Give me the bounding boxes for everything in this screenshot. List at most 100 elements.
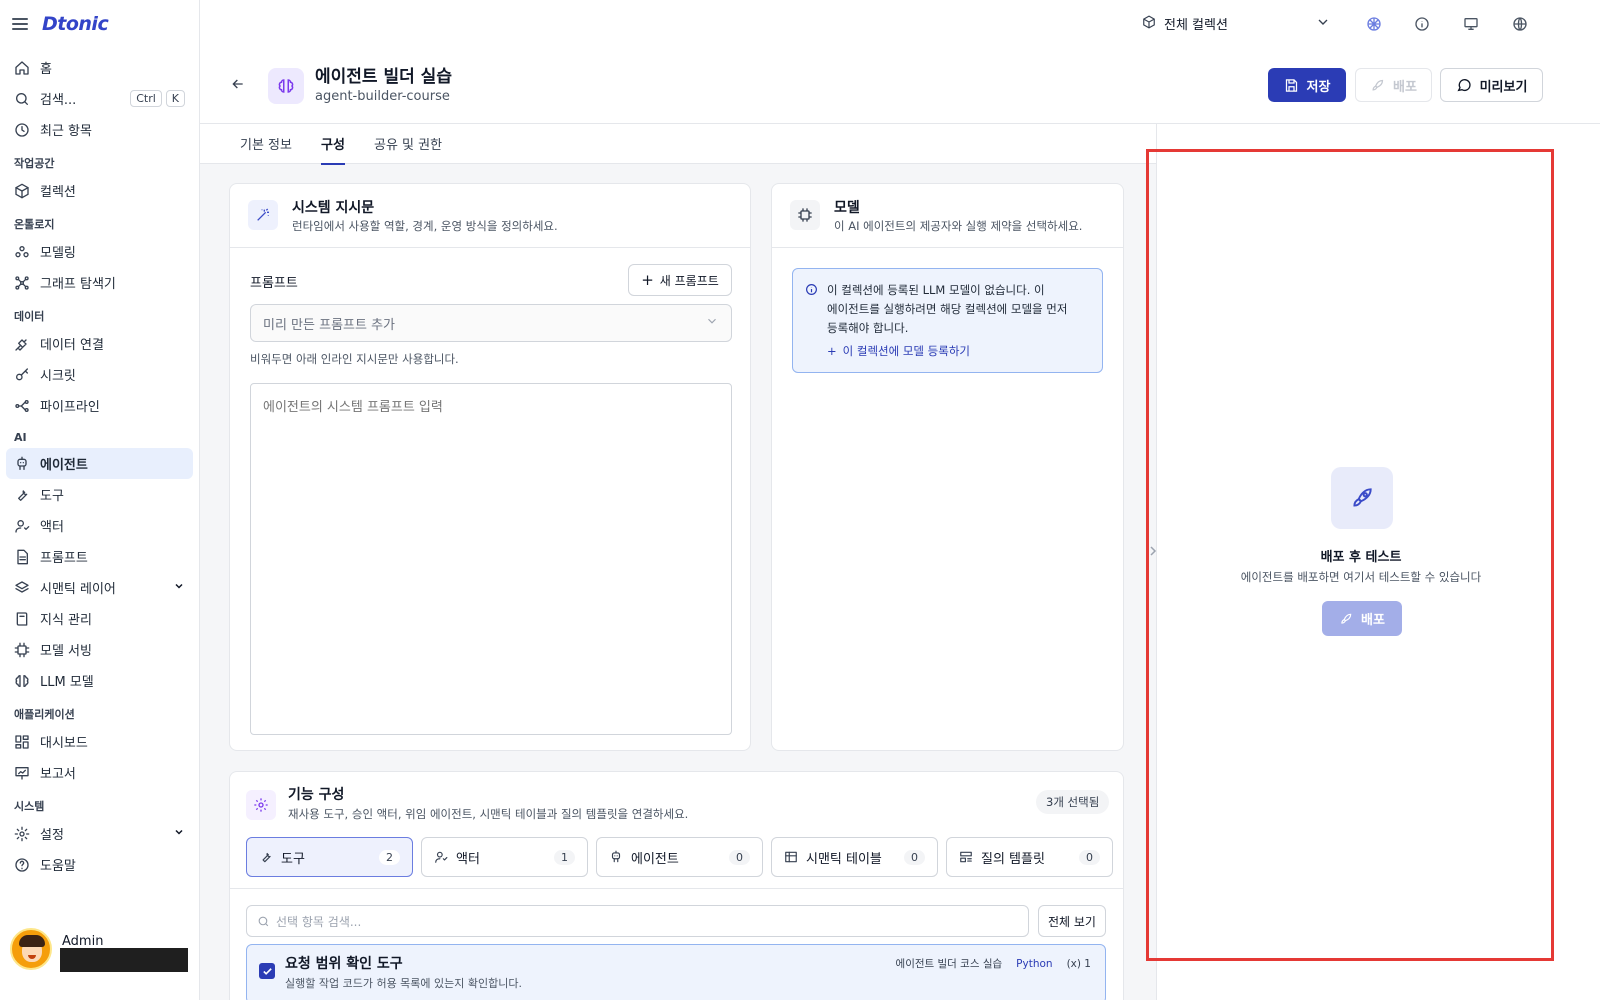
- sidebar-item-4-1[interactable]: 보고서: [6, 757, 193, 788]
- feature-chip-1[interactable]: 액터 1: [421, 837, 588, 877]
- card-title: 모델: [834, 200, 860, 216]
- tool-list-item[interactable]: 요청 범위 확인 도구 실행할 작업 코드가 허용 목록에 있는지 확인합니다.…: [246, 944, 1106, 1000]
- tab-configuration[interactable]: 구성: [321, 134, 345, 165]
- checkbox[interactable]: [259, 963, 275, 979]
- sidebar-section-label: 작업공간: [14, 157, 55, 170]
- card-title: 시스템 지시문: [292, 200, 375, 216]
- sidebar-item-label: 데이터 연결: [40, 338, 104, 353]
- sidebar-item-2[interactable]: 최근 항목: [6, 114, 193, 145]
- tool-desc: 실행할 작업 코드가 허용 목록에 있는지 확인합니다.: [285, 977, 522, 990]
- feature-chip-4[interactable]: 질의 템플릿 0: [946, 837, 1113, 877]
- sidebar-item-3-2[interactable]: 액터: [6, 510, 193, 541]
- deploy-button[interactable]: 배포: [1355, 68, 1432, 102]
- chevron-down-icon[interactable]: [173, 826, 185, 842]
- info-icon[interactable]: [1412, 14, 1432, 34]
- monitor-icon[interactable]: [1461, 14, 1481, 34]
- home-icon: [14, 60, 30, 76]
- card-desc: 이 AI 에이전트의 제공자와 실행 제약을 선택하세요.: [834, 219, 1083, 233]
- sidebar-item-3-3[interactable]: 프롬프트: [6, 541, 193, 572]
- sidebar-item-5-1[interactable]: 도움말: [6, 849, 193, 880]
- gear-icon: [14, 826, 30, 842]
- help-icon: [14, 857, 30, 873]
- globe-icon[interactable]: [1510, 14, 1530, 34]
- menu-icon[interactable]: [12, 18, 28, 30]
- box-icon: [1142, 14, 1156, 33]
- actor-icon: [434, 850, 448, 864]
- preview-desc: 에이전트를 배포하면 여기서 테스트할 수 있습니다: [1240, 570, 1482, 584]
- kbd-key: Ctrl: [130, 90, 162, 107]
- box-icon: [14, 183, 30, 199]
- card-header: 시스템 지시문 런타임에서 사용할 역할, 경계, 운영 방식을 정의하세요.: [230, 184, 750, 248]
- sidebar-item-3-6[interactable]: 모델 서빙: [6, 634, 193, 665]
- card-title: 기능 구성: [288, 787, 345, 803]
- clock-icon: [14, 122, 30, 138]
- tab-basic-info[interactable]: 기본 정보: [240, 134, 292, 163]
- card-header: 모델 이 AI 에이전트의 제공자와 실행 제약을 선택하세요.: [772, 184, 1123, 248]
- sidebar-item-1-1[interactable]: 그래프 탐색기: [6, 267, 193, 298]
- avatar[interactable]: [10, 928, 52, 970]
- chip-icon: [14, 642, 30, 658]
- sidebar-item-label: 컬렉션: [40, 185, 76, 200]
- tool-collection: 에이전트 빌더 코스 실습: [895, 958, 1003, 970]
- rocket-icon: [1331, 467, 1393, 529]
- new-prompt-button[interactable]: + 새 프롬프트: [628, 264, 732, 296]
- sidebar-nav: 홈 검색... Ctrl K 최근 항목 작업공간 컬렉션 온톨로지 모델링 그래프 탐색기 데이터…: [0, 48, 199, 884]
- sidebar-item-2-1[interactable]: 시크릿: [6, 359, 193, 390]
- key-icon: [14, 367, 30, 383]
- chevron-down-icon[interactable]: [1315, 14, 1331, 34]
- feature-chip-0[interactable]: 도구 2: [246, 837, 413, 877]
- chip-count: 0: [904, 849, 925, 865]
- prompt-select[interactable]: 미리 만든 프롬프트 추가: [250, 304, 732, 342]
- book-icon: [14, 611, 30, 627]
- sidebar-item-2-2[interactable]: 파이프라인: [6, 390, 193, 421]
- preview-label: 미리보기: [1479, 79, 1528, 95]
- sidebar-item-3-1[interactable]: 도구: [6, 479, 193, 510]
- deploy-label: 배포: [1393, 79, 1417, 95]
- sidebar-item-0-0[interactable]: 컬렉션: [6, 175, 193, 206]
- topbar: 전체 컬렉션: [200, 0, 1600, 48]
- sidebar-item-3-0[interactable]: 에이전트: [6, 448, 193, 479]
- chip-icon: [790, 200, 820, 230]
- feature-search-input[interactable]: 선택 항목 검색...: [246, 905, 1029, 937]
- preview-deploy-button[interactable]: 배포: [1322, 601, 1402, 636]
- theme-icon[interactable]: [1364, 14, 1384, 34]
- pipeline-icon: [14, 398, 30, 414]
- system-prompt-card: 시스템 지시문 런타임에서 사용할 역할, 경계, 운영 방식을 정의하세요. …: [229, 183, 751, 751]
- sidebar-item-2-0[interactable]: 데이터 연결: [6, 328, 193, 359]
- sidebar-item-3-5[interactable]: 지식 관리: [6, 603, 193, 634]
- preview-button[interactable]: 미리보기: [1440, 68, 1543, 102]
- prompt-hint: 비워두면 아래 인라인 지시문만 사용합니다.: [250, 352, 459, 366]
- sidebar-item-1-0[interactable]: 모델링: [6, 236, 193, 267]
- sidebar-item-4-0[interactable]: 대시보드: [6, 726, 193, 757]
- feature-chip-2[interactable]: 에이전트 0: [596, 837, 763, 877]
- sidebar-item-label: 그래프 탐색기: [40, 277, 116, 292]
- sidebar-item-label: 최근 항목: [40, 124, 92, 139]
- sidebar: Dtonic 홈 검색... Ctrl K 최근 항목 작업공간 컬렉션 온톨로지 모델링 그래프…: [0, 0, 200, 1000]
- sidebar-item-5-0[interactable]: 설정: [6, 818, 193, 849]
- save-icon: [1285, 78, 1297, 92]
- save-label: 저장: [1306, 79, 1331, 95]
- plus-icon: +: [641, 271, 654, 289]
- sidebar-item-label: 시크릿: [40, 369, 76, 384]
- view-all-button[interactable]: 전체 보기: [1038, 905, 1106, 937]
- system-prompt-textarea[interactable]: [250, 383, 732, 735]
- selected-count-badge: 3개 선택됨: [1036, 790, 1110, 814]
- sidebar-item-1[interactable]: 검색... Ctrl K: [6, 83, 193, 114]
- cluster-icon: [14, 244, 30, 260]
- feature-chip-3[interactable]: 시맨틱 테이블 0: [771, 837, 938, 877]
- sidebar-item-label: 모델링: [40, 246, 76, 261]
- collection-selector[interactable]: 전체 컬렉션: [1142, 14, 1228, 33]
- back-arrow-icon[interactable]: [230, 76, 246, 96]
- sidebar-item-0[interactable]: 홈: [6, 52, 193, 83]
- magic-wand-icon: [248, 200, 278, 230]
- chevron-down-icon[interactable]: [173, 580, 185, 596]
- sidebar-item-3-4[interactable]: 시맨틱 레이어: [6, 572, 193, 603]
- register-model-link[interactable]: + 이 컬렉션에 모델 등록하기: [827, 342, 1090, 361]
- app-logo[interactable]: Dtonic: [42, 13, 109, 35]
- sidebar-item-label: 보고서: [40, 767, 76, 782]
- sidebar-item-label: 도움말: [40, 859, 76, 874]
- notice-text-2: 에이전트를 실행하려면 해당 컬렉션에 모델을 먼저: [827, 302, 1068, 316]
- tab-sharing[interactable]: 공유 및 권한: [374, 134, 442, 163]
- sidebar-item-3-7[interactable]: LLM 모델: [6, 665, 193, 696]
- save-button[interactable]: 저장: [1268, 68, 1346, 102]
